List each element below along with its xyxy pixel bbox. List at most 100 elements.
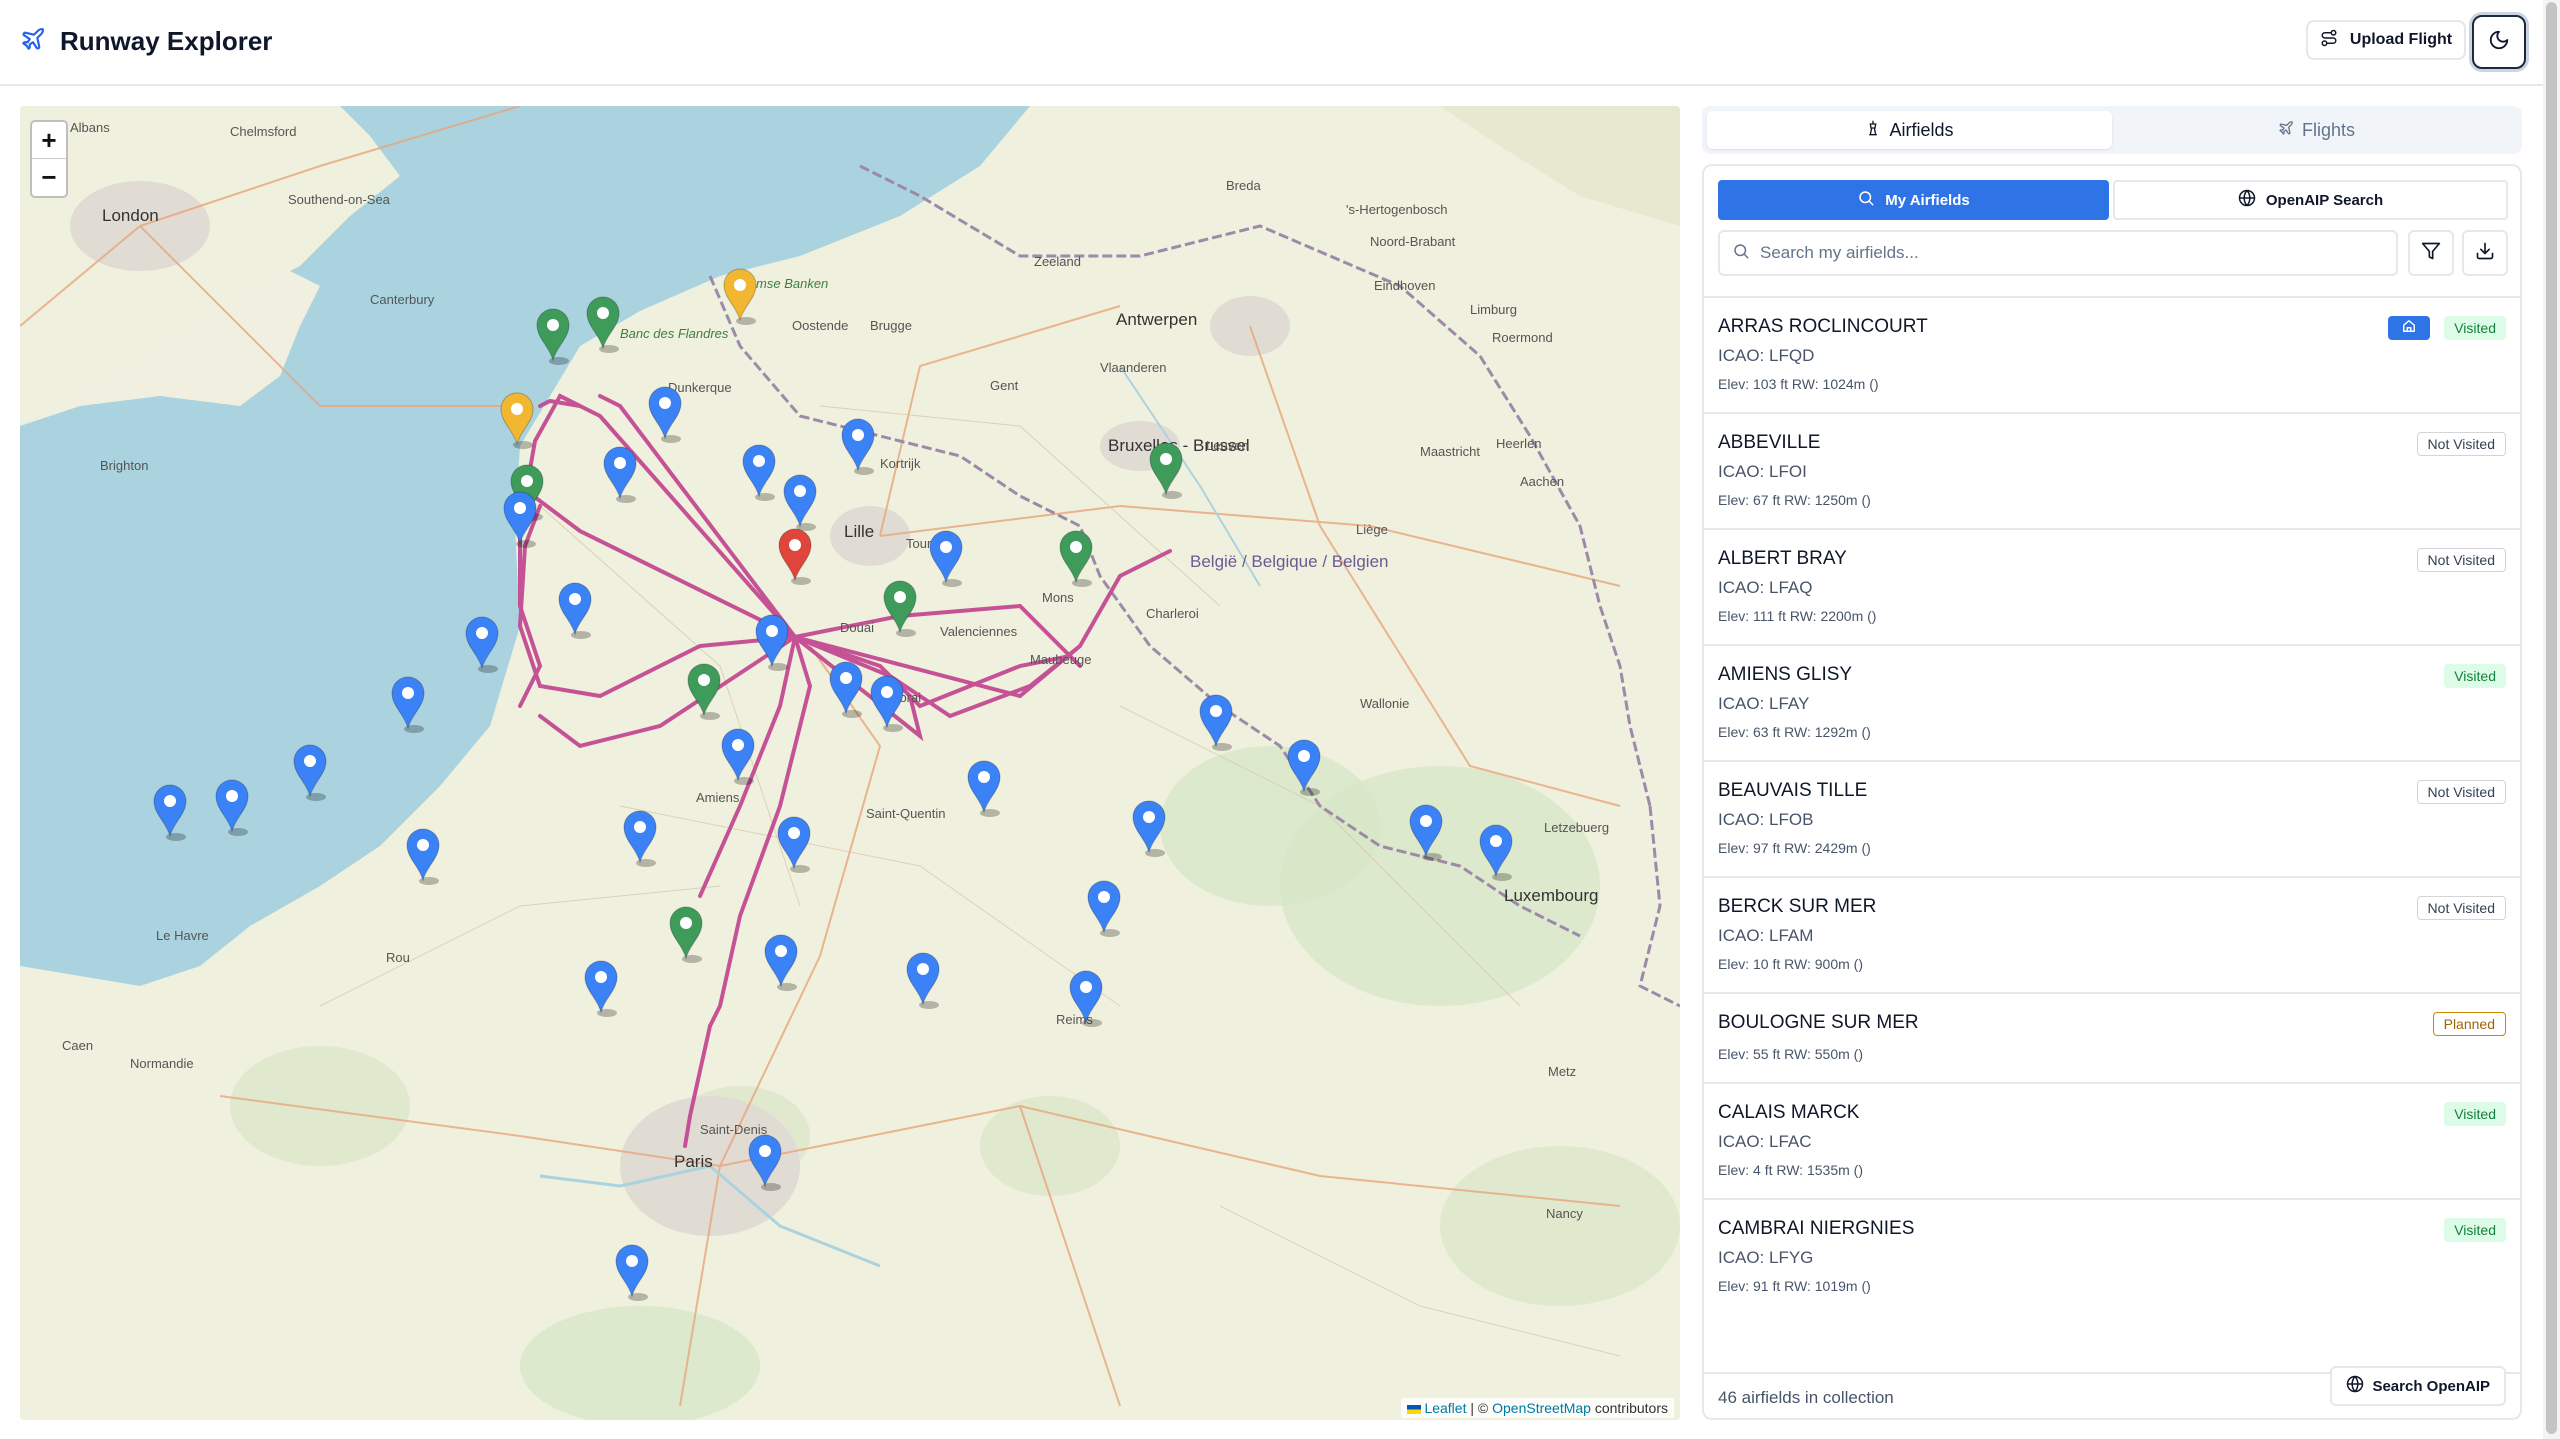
airfield-marker[interactable] xyxy=(723,268,757,325)
plane-icon xyxy=(20,26,46,57)
tab-openaip-search[interactable]: OpenAIP Search xyxy=(2113,180,2508,220)
airfield-marker[interactable] xyxy=(777,816,811,873)
airfield-marker[interactable] xyxy=(1069,970,1103,1027)
theme-toggle-button[interactable] xyxy=(2472,15,2526,69)
attribution-separator: | © xyxy=(1466,1400,1493,1416)
list-item[interactable]: BERCK SUR MER ICAO: LFAM Elev: 10 ft RW:… xyxy=(1704,878,2520,994)
airfield-marker[interactable] xyxy=(500,392,534,449)
home-badge xyxy=(2388,316,2430,340)
airfield-meta: Elev: 103 ft RW: 1024m () xyxy=(1718,376,1879,392)
status-badge: Planned xyxy=(2432,1012,2506,1036)
list-item[interactable]: CALAIS MARCK ICAO: LFAC Elev: 4 ft RW: 1… xyxy=(1704,1084,2520,1200)
airfield-icao: ICAO: LFAY xyxy=(1718,694,1810,713)
airfield-marker[interactable] xyxy=(1479,824,1513,881)
airfield-marker[interactable] xyxy=(603,446,637,503)
airfield-name: BERCK SUR MER xyxy=(1718,896,1877,917)
list-item[interactable]: ABBEVILLE ICAO: LFOI Elev: 67 ft RW: 125… xyxy=(1704,414,2520,530)
airfield-marker[interactable] xyxy=(503,491,537,548)
airfield-marker[interactable] xyxy=(742,444,776,501)
status-badge: Visited xyxy=(2444,664,2506,688)
airfield-meta: Elev: 91 ft RW: 1019m () xyxy=(1718,1278,1871,1294)
airfield-marker[interactable] xyxy=(648,386,682,443)
app-title: Runway Explorer xyxy=(60,26,273,56)
airfield-marker[interactable] xyxy=(764,934,798,991)
brand[interactable]: Runway Explorer xyxy=(20,26,272,57)
airfield-marker[interactable] xyxy=(153,784,187,841)
list-item[interactable]: AMIENS GLISY ICAO: LFAY Elev: 63 ft RW: … xyxy=(1704,646,2520,762)
airfield-marker[interactable] xyxy=(1199,694,1233,751)
airfields-panel: Airfields Flights My Airfields OpenAIP S… xyxy=(1702,106,2522,1420)
list-item[interactable]: ARRAS ROCLINCOURT ICAO: LFQD Elev: 103 f… xyxy=(1704,298,2520,414)
download-button[interactable] xyxy=(2462,230,2508,276)
airfield-marker[interactable] xyxy=(1149,442,1183,499)
airfield-marker[interactable] xyxy=(391,676,425,733)
airfield-meta: Elev: 63 ft RW: 1292m () xyxy=(1718,724,1871,740)
airfield-marker[interactable] xyxy=(783,474,817,531)
airfield-marker[interactable] xyxy=(1409,804,1443,861)
search-box xyxy=(1718,230,2398,276)
airfield-marker[interactable] xyxy=(841,418,875,475)
airfield-marker[interactable] xyxy=(215,779,249,836)
airfield-name: BEAUVAIS TILLE xyxy=(1718,780,1868,801)
tab-my-airfields[interactable]: My Airfields xyxy=(1718,180,2109,220)
airfield-meta: Elev: 55 ft RW: 550m () xyxy=(1718,1046,1863,1062)
airfield-marker[interactable] xyxy=(615,1244,649,1301)
airfield-name: ALBERT BRAY xyxy=(1718,548,1847,569)
globe-icon xyxy=(2238,189,2256,211)
airfield-marker[interactable] xyxy=(870,675,904,732)
airfield-marker[interactable] xyxy=(406,828,440,885)
airfield-marker[interactable] xyxy=(558,582,592,639)
upload-flight-button[interactable]: Upload Flight xyxy=(2306,20,2466,60)
zoom-in-button[interactable]: + xyxy=(32,122,66,159)
airfield-icao: ICAO: LFAQ xyxy=(1718,578,1813,597)
airfield-marker[interactable] xyxy=(906,952,940,1009)
list-item[interactable]: ALBERT BRAY ICAO: LFAQ Elev: 111 ft RW: … xyxy=(1704,530,2520,646)
tab-airfields[interactable]: Airfields xyxy=(1707,111,2112,149)
airfield-name: BOULOGNE SUR MER xyxy=(1718,1012,1919,1033)
airfield-marker[interactable] xyxy=(586,296,620,353)
list-item[interactable]: BOULOGNE SUR MER Elev: 55 ft RW: 550m ()… xyxy=(1704,994,2520,1084)
airfield-marker[interactable] xyxy=(293,744,327,801)
airfield-marker[interactable] xyxy=(829,661,863,718)
airfield-list[interactable]: ARRAS ROCLINCOURT ICAO: LFQD Elev: 103 f… xyxy=(1704,296,2520,1296)
airfield-marker[interactable] xyxy=(1287,739,1321,796)
search-input[interactable] xyxy=(1760,243,2360,263)
airfield-marker[interactable] xyxy=(967,760,1001,817)
tab-flights[interactable]: Flights xyxy=(2114,111,2519,149)
airfield-marker[interactable] xyxy=(1132,800,1166,857)
airfield-marker[interactable] xyxy=(584,960,618,1017)
airfield-marker[interactable] xyxy=(883,580,917,637)
airfield-marker[interactable] xyxy=(623,810,657,867)
airfield-marker[interactable] xyxy=(669,906,703,963)
home-airfield-marker[interactable] xyxy=(778,528,812,585)
filter-button[interactable] xyxy=(2408,230,2454,276)
app-header: Runway Explorer Upload Flight xyxy=(0,0,2560,86)
airfield-meta: Elev: 111 ft RW: 2200m () xyxy=(1718,608,1877,624)
airfield-marker[interactable] xyxy=(536,308,570,365)
list-footer: 46 airfields in collection Search OpenAI… xyxy=(1704,1366,2520,1418)
airfield-name: CAMBRAI NIERGNIES xyxy=(1718,1218,1915,1239)
scrollbar-thumb[interactable] xyxy=(2546,2,2557,1434)
airfield-marker[interactable] xyxy=(687,663,721,720)
search-openaip-button[interactable]: Search OpenAIP xyxy=(2330,1366,2506,1406)
airfield-marker[interactable] xyxy=(755,614,789,671)
airfield-icao: ICAO: LFOI xyxy=(1718,462,1807,481)
airfield-marker[interactable] xyxy=(721,728,755,785)
list-item[interactable]: CAMBRAI NIERGNIES ICAO: LFYG Elev: 91 ft… xyxy=(1704,1200,2520,1296)
zoom-control: + − xyxy=(30,120,68,198)
osm-link[interactable]: OpenStreetMap xyxy=(1492,1400,1591,1416)
list-item[interactable]: BEAUVAIS TILLE ICAO: LFOB Elev: 97 ft RW… xyxy=(1704,762,2520,878)
airfield-marker[interactable] xyxy=(748,1134,782,1191)
airfield-icao: ICAO: LFOB xyxy=(1718,810,1814,829)
airfield-marker[interactable] xyxy=(929,530,963,587)
status-badge: Not Visited xyxy=(2416,780,2506,804)
page-scrollbar[interactable] xyxy=(2543,0,2560,1439)
map[interactable]: Albans Chelmsford London Southend-on-Sea… xyxy=(20,106,1680,1420)
zoom-out-button[interactable]: − xyxy=(32,159,66,196)
leaflet-link[interactable]: Leaflet xyxy=(1424,1400,1466,1416)
airfield-markers-layer[interactable] xyxy=(20,106,1680,1420)
ukraine-flag-icon xyxy=(1407,1404,1422,1414)
airfield-marker[interactable] xyxy=(1059,530,1093,587)
airfield-marker[interactable] xyxy=(1087,880,1121,937)
airfield-marker[interactable] xyxy=(465,616,499,673)
